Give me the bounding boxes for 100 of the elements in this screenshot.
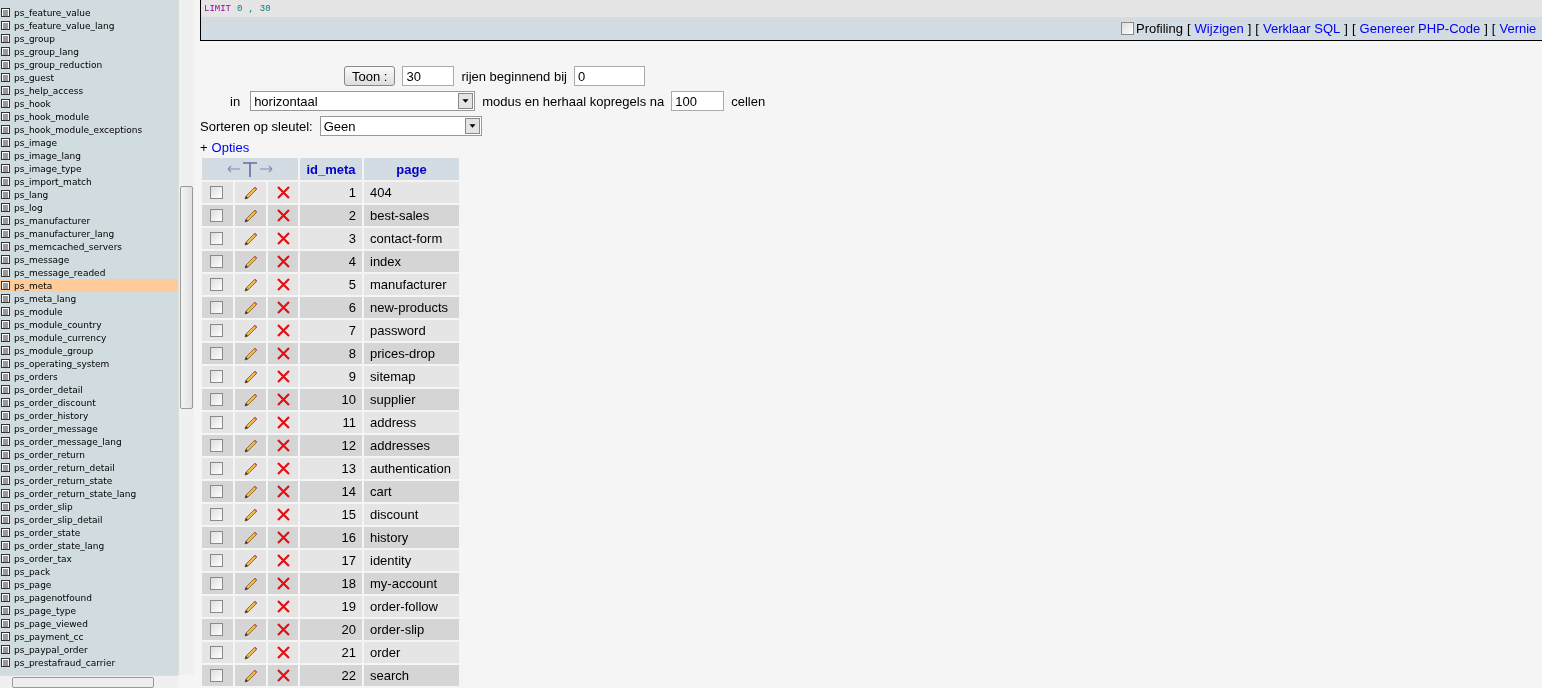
sidebar-item[interactable]: ps_order_state: [0, 526, 178, 539]
mode-select[interactable]: horizontaal: [250, 91, 476, 111]
delete-icon[interactable]: [276, 278, 290, 291]
pencil-icon[interactable]: [242, 253, 259, 270]
delete-icon[interactable]: [276, 623, 290, 636]
delete-icon[interactable]: [276, 531, 290, 544]
row-checkbox[interactable]: [210, 531, 223, 544]
row-checkbox[interactable]: [210, 347, 223, 360]
row-checkbox[interactable]: [210, 209, 223, 222]
sidebar-item[interactable]: ps_module_country: [0, 318, 178, 331]
row-checkbox[interactable]: [210, 255, 223, 268]
scroll-thumb[interactable]: [180, 186, 193, 409]
sidebar-item[interactable]: ps_prestafraud_carrier: [0, 656, 178, 669]
row-checkbox[interactable]: [210, 232, 223, 245]
delete-icon[interactable]: [276, 324, 290, 337]
sidebar-item[interactable]: ps_page: [0, 578, 178, 591]
sidebar-item[interactable]: ps_page_type: [0, 604, 178, 617]
delete-icon[interactable]: [276, 508, 290, 521]
pencil-icon[interactable]: [242, 575, 259, 592]
sidebar-item[interactable]: ps_feature_value: [0, 6, 178, 19]
options-link[interactable]: Opties: [211, 140, 250, 155]
sidebar-item[interactable]: ps_group: [0, 32, 178, 45]
sidebar-item[interactable]: ps_manufacturer: [0, 214, 178, 227]
row-checkbox[interactable]: [210, 301, 223, 314]
sidebar-item[interactable]: ps_lang: [0, 188, 178, 201]
sql-link[interactable]: Verklaar SQL: [1262, 21, 1341, 36]
sidebar-item[interactable]: ps_manufacturer_lang: [0, 227, 178, 240]
sql-link[interactable]: Vernie: [1499, 21, 1537, 36]
delete-icon[interactable]: [276, 669, 290, 682]
delete-icon[interactable]: [276, 646, 290, 659]
delete-icon[interactable]: [276, 370, 290, 383]
sidebar-item[interactable]: ps_group_reduction: [0, 58, 178, 71]
sidebar-item[interactable]: ps_module_group: [0, 344, 178, 357]
sidebar-item[interactable]: ps_page_viewed: [0, 617, 178, 630]
sidebar-item[interactable]: ps_paypal_order: [0, 643, 178, 656]
sidebar-item[interactable]: ps_payment_cc: [0, 630, 178, 643]
row-checkbox[interactable]: [210, 485, 223, 498]
sidebar-item[interactable]: ps_feature_value_lang: [0, 19, 178, 32]
row-checkbox[interactable]: [210, 416, 223, 429]
column-header[interactable]: page: [364, 158, 459, 180]
scroll-thumb[interactable]: [12, 676, 154, 688]
sidebar-item[interactable]: ps_orders: [0, 370, 178, 383]
sidebar-item[interactable]: ps_image_lang: [0, 149, 178, 162]
delete-icon[interactable]: [276, 577, 290, 590]
row-checkbox[interactable]: [210, 462, 223, 475]
sidebar-item[interactable]: ps_hook_module: [0, 110, 178, 123]
sidebar-item[interactable]: ps_order_history: [0, 409, 178, 422]
row-checkbox[interactable]: [210, 370, 223, 383]
delete-icon[interactable]: [276, 462, 290, 475]
sidebar-item[interactable]: ps_meta_lang: [0, 292, 178, 305]
delete-icon[interactable]: [276, 232, 290, 245]
sidebar-item[interactable]: ps_module_currency: [0, 331, 178, 344]
pencil-icon[interactable]: [242, 391, 259, 408]
profiling-checkbox[interactable]: [1121, 22, 1134, 35]
sidebar-item[interactable]: ps_order_return_detail: [0, 461, 178, 474]
row-checkbox[interactable]: [210, 669, 223, 682]
row-checkbox[interactable]: [210, 324, 223, 337]
pencil-icon[interactable]: [242, 230, 259, 247]
sidebar-item[interactable]: ps_pagenotfound: [0, 591, 178, 604]
pencil-icon[interactable]: [242, 621, 259, 638]
sidebar-item[interactable]: ps_image_type: [0, 162, 178, 175]
sql-link[interactable]: Wijzigen: [1194, 21, 1244, 36]
delete-icon[interactable]: [276, 600, 290, 613]
row-checkbox[interactable]: [210, 554, 223, 567]
scrollbar[interactable]: [178, 0, 194, 675]
pencil-icon[interactable]: [242, 184, 259, 201]
rows-field[interactable]: 30: [402, 66, 455, 86]
pencil-icon[interactable]: [242, 483, 259, 500]
delete-icon[interactable]: [276, 301, 290, 314]
row-checkbox[interactable]: [210, 186, 223, 199]
sidebar-item[interactable]: ps_order_slip_detail: [0, 513, 178, 526]
sidebar-item[interactable]: ps_image: [0, 136, 178, 149]
row-checkbox[interactable]: [210, 577, 223, 590]
show-button[interactable]: Toon :: [344, 66, 396, 86]
pencil-icon[interactable]: [242, 529, 259, 546]
pencil-icon[interactable]: [242, 552, 259, 569]
delete-icon[interactable]: [276, 393, 290, 406]
pencil-icon[interactable]: [242, 437, 259, 454]
row-checkbox[interactable]: [210, 646, 223, 659]
sidebar-item[interactable]: ps_memcached_servers: [0, 240, 178, 253]
sidebar-item[interactable]: ps_hook_module_exceptions: [0, 123, 178, 136]
pencil-icon[interactable]: [242, 667, 259, 684]
row-checkbox[interactable]: [210, 278, 223, 291]
sidebar-item[interactable]: ps_hook: [0, 97, 178, 110]
delete-icon[interactable]: [276, 554, 290, 567]
delete-icon[interactable]: [276, 416, 290, 429]
sidebar-item[interactable]: ps_message: [0, 253, 178, 266]
pencil-icon[interactable]: [242, 460, 259, 477]
sidebar-item[interactable]: ps_message_readed: [0, 266, 178, 279]
pencil-icon[interactable]: [242, 644, 259, 661]
pencil-icon[interactable]: [242, 276, 259, 293]
sidebar-item[interactable]: ps_order_detail: [0, 383, 178, 396]
sidebar-item[interactable]: ps_import_match: [0, 175, 178, 188]
sort-select[interactable]: Geen: [319, 116, 482, 136]
pencil-icon[interactable]: [242, 506, 259, 523]
sidebar-item[interactable]: ps_order_return_state_lang: [0, 487, 178, 500]
sidebar-item[interactable]: ps_order_message_lang: [0, 435, 178, 448]
pencil-icon[interactable]: [242, 414, 259, 431]
scrollbar[interactable]: [0, 675, 178, 688]
delete-icon[interactable]: [276, 485, 290, 498]
